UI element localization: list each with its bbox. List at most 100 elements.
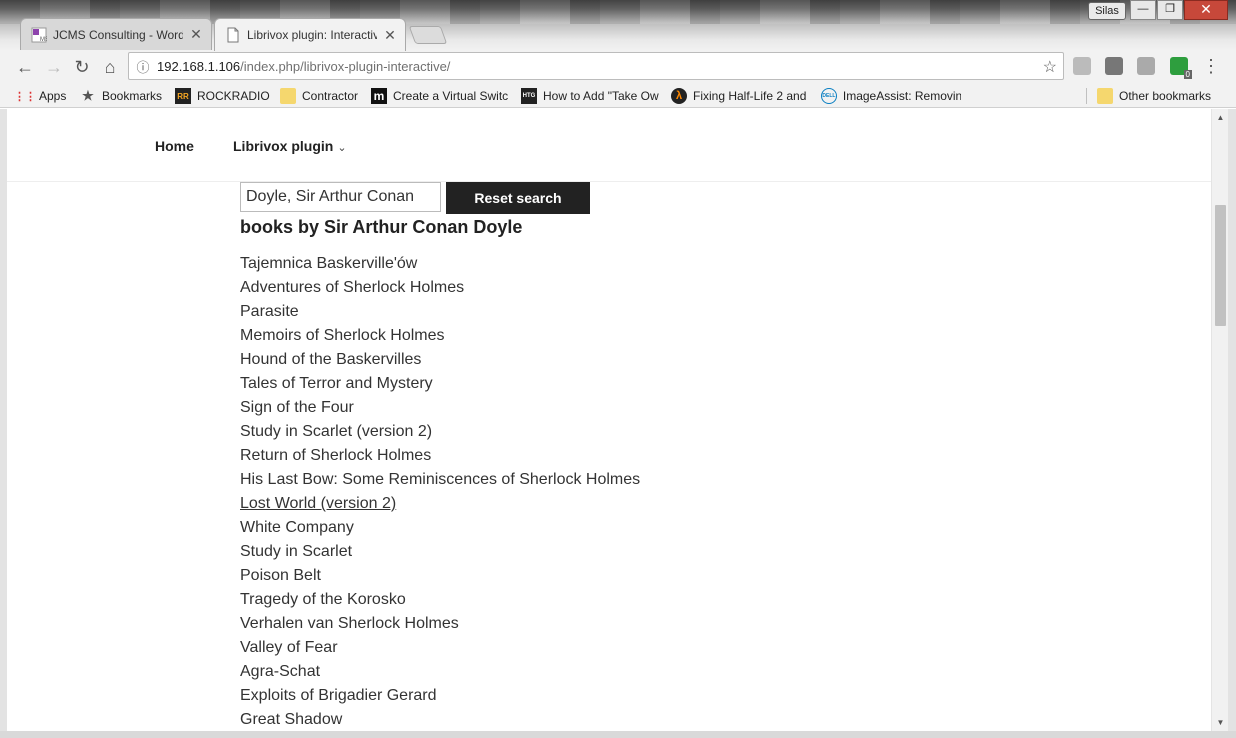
- extension-badge-icon[interactable]: 0: [1170, 57, 1192, 79]
- book-link[interactable]: His Last Bow: Some Reminiscences of Sher…: [240, 471, 640, 488]
- book-link[interactable]: Study in Scarlet: [240, 543, 352, 560]
- bookmark-bookmarks[interactable]: ★ Bookmarks: [80, 87, 170, 105]
- book-list-item: Exploits of Brigadier Gerard: [240, 684, 640, 708]
- book-link[interactable]: Verhalen van Sherlock Holmes: [240, 615, 459, 632]
- bookmarks-bar: ⋮⋮ Apps ★ Bookmarks RR ROCKRADIO Contrac…: [0, 83, 1236, 108]
- scroll-thumb[interactable]: [1215, 205, 1226, 326]
- author-search-input[interactable]: [240, 182, 441, 212]
- profile-button[interactable]: Silas: [1088, 2, 1126, 20]
- bookmark-rockradio[interactable]: RR ROCKRADIO: [175, 87, 275, 105]
- book-list-item: Parasite: [240, 300, 640, 324]
- book-list-item: White Company: [240, 516, 640, 540]
- book-list-item: Poison Belt: [240, 564, 640, 588]
- info-icon[interactable]: ⓘ: [129, 57, 157, 76]
- book-link[interactable]: Tragedy of the Korosko: [240, 591, 406, 608]
- book-list: Tajemnica Baskerville'ów Adventures of Sh…: [240, 252, 640, 731]
- book-link[interactable]: Poison Belt: [240, 567, 321, 584]
- book-link[interactable]: Adventures of Sherlock Holmes: [240, 279, 464, 296]
- reset-search-button[interactable]: Reset search: [446, 182, 590, 214]
- url-path: /index.php/librivox-plugin-interactive/: [240, 58, 451, 74]
- extension-badge-count: 0: [1183, 70, 1192, 79]
- book-list-item: Tajemnica Baskerville'ów: [240, 252, 640, 276]
- address-bar[interactable]: ⓘ 192.168.1.106/index.php/librivox-plugi…: [128, 52, 1064, 80]
- apps-grid-icon: ⋮⋮: [14, 90, 36, 103]
- window-left-edge: [0, 109, 7, 731]
- rockradio-icon: RR: [175, 88, 191, 104]
- book-list-item: Sign of the Four: [240, 396, 640, 420]
- bookmark-how-to-add[interactable]: HTG How to Add "Take Ow: [521, 87, 661, 105]
- book-list-item: Valley of Fear: [240, 636, 640, 660]
- book-list-item: Study in Scarlet: [240, 540, 640, 564]
- close-tab-icon[interactable]: ✕: [383, 27, 397, 44]
- book-link[interactable]: Sign of the Four: [240, 399, 354, 416]
- book-list-item: Study in Scarlet (version 2): [240, 420, 640, 444]
- book-link[interactable]: Great Shadow: [240, 711, 342, 728]
- book-list-item: Adventures of Sherlock Holmes: [240, 276, 640, 300]
- tab-title: Librivox plugin: Interactiv: [247, 28, 377, 42]
- reload-icon[interactable]: ↻: [70, 55, 94, 79]
- home-icon[interactable]: ⌂: [98, 55, 122, 79]
- book-link[interactable]: Valley of Fear: [240, 639, 338, 656]
- new-tab-button[interactable]: [408, 26, 448, 44]
- books-heading: books by Sir Arthur Conan Doyle: [240, 217, 523, 237]
- bookmark-imageassist[interactable]: DELL ImageAssist: Removin: [821, 87, 961, 105]
- book-link[interactable]: Hound of the Baskervilles: [240, 351, 421, 368]
- book-link[interactable]: Tajemnica Baskerville'ów: [240, 255, 417, 272]
- book-list-item: His Last Bow: Some Reminiscences of Sher…: [240, 468, 640, 492]
- svg-text:MS: MS: [40, 37, 47, 43]
- bookmark-contractor[interactable]: Contractor: [280, 87, 365, 105]
- book-list-item: Tales of Terror and Mystery: [240, 372, 640, 396]
- minimize-button[interactable]: —: [1130, 0, 1156, 20]
- scroll-up-arrow-icon[interactable]: ▲: [1212, 109, 1229, 126]
- nav-home-link[interactable]: Home: [155, 138, 194, 154]
- book-link[interactable]: Lost World (version 2): [240, 495, 396, 512]
- book-list-item: Agra-Schat: [240, 660, 640, 684]
- restore-button[interactable]: ❐: [1157, 0, 1183, 20]
- book-link[interactable]: White Company: [240, 519, 354, 536]
- book-list-item: Verhalen van Sherlock Holmes: [240, 612, 640, 636]
- window-right-edge: [1228, 109, 1236, 731]
- browser-menu-icon[interactable]: ⋮: [1202, 55, 1220, 79]
- book-link[interactable]: Agra-Schat: [240, 663, 320, 680]
- book-list-item: Return of Sherlock Holmes: [240, 444, 640, 468]
- bookmark-star-icon[interactable]: ☆: [1043, 57, 1057, 77]
- extension-pocket-icon[interactable]: [1105, 57, 1123, 75]
- nav-librivox-label: Librivox plugin: [233, 138, 334, 154]
- dell-icon: DELL: [821, 88, 837, 104]
- extension-cube-icon[interactable]: [1073, 57, 1091, 75]
- tab-jcms-consulting[interactable]: MS JCMS Consulting - Word ✕: [20, 18, 212, 50]
- bookmark-apps[interactable]: ⋮⋮ Apps: [14, 87, 77, 105]
- back-arrow-icon[interactable]: ←: [13, 55, 37, 79]
- bookmark-fixing-half-life[interactable]: λ Fixing Half-Life 2 and: [671, 87, 811, 105]
- book-link[interactable]: Study in Scarlet (version 2): [240, 423, 432, 440]
- chevron-down-icon: ⌄: [337, 142, 347, 154]
- close-tab-icon[interactable]: ✕: [189, 26, 203, 43]
- book-list-item: Hound of the Baskervilles: [240, 348, 640, 372]
- extension-pdf-icon[interactable]: [1137, 57, 1155, 75]
- site-navigation: Home Librivox plugin ⌄: [7, 109, 1211, 182]
- book-link[interactable]: Tales of Terror and Mystery: [240, 375, 433, 392]
- book-list-item: Memoirs of Sherlock Holmes: [240, 324, 640, 348]
- book-list-item: Tragedy of the Korosko: [240, 588, 640, 612]
- tab-title: JCMS Consulting - Word: [53, 27, 183, 42]
- forward-arrow-icon[interactable]: →: [42, 55, 66, 79]
- book-link[interactable]: Parasite: [240, 303, 299, 320]
- scroll-down-arrow-icon[interactable]: ▼: [1212, 714, 1229, 731]
- book-link[interactable]: Return of Sherlock Holmes: [240, 447, 431, 464]
- book-link[interactable]: Memoirs of Sherlock Holmes: [240, 327, 445, 344]
- lambda-icon: λ: [671, 88, 687, 104]
- url-host: 192.168.1.106: [157, 58, 241, 74]
- book-link[interactable]: Exploits of Brigadier Gerard: [240, 687, 437, 704]
- folder-icon: [280, 88, 296, 104]
- nav-librivox-plugin-link[interactable]: Librivox plugin ⌄: [233, 138, 347, 154]
- jcms-favicon-icon: MS: [31, 27, 47, 43]
- folder-icon: [1097, 88, 1113, 104]
- page-icon: [225, 27, 241, 43]
- page-scrollbar[interactable]: ▲ ▼: [1211, 109, 1228, 731]
- page-viewport: Home Librivox plugin⌄ Reset search books…: [7, 109, 1211, 731]
- book-list-item: Great Shadow: [240, 708, 640, 731]
- bookmark-other-bookmarks[interactable]: Other bookmarks: [1097, 87, 1222, 105]
- tab-librivox-plugin[interactable]: Librivox plugin: Interactiv ✕: [214, 18, 406, 51]
- bookmark-create-virtual-switch[interactable]: m Create a Virtual Switc: [371, 87, 511, 105]
- close-window-button[interactable]: ✕: [1184, 0, 1228, 20]
